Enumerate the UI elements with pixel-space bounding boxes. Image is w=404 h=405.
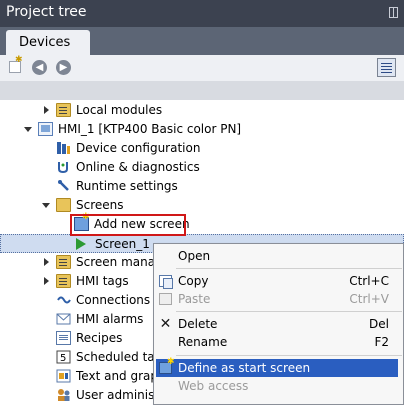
menu-item-label: Copy <box>178 274 209 288</box>
tree-item-label: HMI alarms <box>76 312 144 326</box>
tab-bar: Devices <box>0 27 404 55</box>
menu-item-label: Paste <box>178 292 211 306</box>
start-screen-icon <box>159 357 175 374</box>
tree-item-local-modules[interactable]: Local modules <box>0 101 404 120</box>
user-admin-icon <box>56 388 71 402</box>
alarms-icon <box>56 312 71 326</box>
panel-title: Project tree <box>6 4 87 20</box>
tree-item-runtime-settings[interactable]: Runtime settings <box>0 177 404 196</box>
folder-icon <box>56 255 71 269</box>
recipes-icon <box>56 331 71 345</box>
menu-shortcut: Ctrl+V <box>349 292 389 306</box>
connections-icon <box>56 293 71 307</box>
menu-item-label: Rename <box>178 335 228 349</box>
menu-shortcut: F2 <box>374 335 389 349</box>
tree-header-strip <box>0 81 404 100</box>
tree-item-label: Scheduled tas <box>76 350 161 364</box>
tree-item-label: Local modules <box>76 103 163 117</box>
tree-item-label: Text and grapl <box>76 369 162 383</box>
folder-icon <box>56 198 71 212</box>
expand-arrow-icon[interactable] <box>44 258 49 266</box>
menu-shortcut: Ctrl+C <box>349 274 389 288</box>
forward-icon[interactable]: ▶ <box>56 60 71 75</box>
highlight-box <box>70 214 186 236</box>
tab-devices[interactable]: Devices <box>6 30 90 55</box>
menu-item-paste[interactable]: Paste Ctrl+V <box>154 290 403 308</box>
tree-item-label: Online & diagnostics <box>76 160 200 174</box>
tree-item-label: Recipes <box>76 331 123 345</box>
svg-text:5: 5 <box>60 353 66 364</box>
tree-item-label: Connections <box>76 293 151 307</box>
screen-play-icon <box>73 237 88 251</box>
context-menu: Open Copy Ctrl+C Paste Ctrl+V ✕ Delete D… <box>153 243 404 405</box>
menu-divider <box>176 311 402 312</box>
folder-icon <box>56 103 71 117</box>
tree-item-hmi-1[interactable]: HMI_1 [KTP400 Basic color PN] <box>0 120 404 139</box>
expand-arrow-icon[interactable] <box>44 106 49 114</box>
tree-item-label: HMI tags <box>76 274 129 288</box>
tree-item-label: Runtime settings <box>76 179 178 193</box>
collapse-arrow-icon[interactable] <box>24 127 32 132</box>
folder-icon <box>56 274 71 288</box>
scheduled-tasks-icon: 5 <box>56 350 71 364</box>
expand-arrow-icon[interactable] <box>44 277 49 285</box>
tree-item-label: Device configuration <box>76 141 201 155</box>
menu-item-open[interactable]: Open <box>154 247 403 265</box>
tab-devices-label: Devices <box>19 35 71 50</box>
text-graphics-icon <box>56 369 71 383</box>
menu-item-delete[interactable]: ✕ Delete Del <box>154 315 403 333</box>
copy-icon <box>159 275 173 289</box>
menu-divider <box>176 268 402 269</box>
menu-item-copy[interactable]: Copy Ctrl+C <box>154 272 403 290</box>
menu-item-define-start-screen[interactable]: Define as start screen <box>156 357 398 377</box>
tree-item-device-configuration[interactable]: Device configuration <box>0 139 404 158</box>
back-icon[interactable]: ◀ <box>32 60 47 75</box>
menu-item-rename[interactable]: Rename F2 <box>154 333 403 351</box>
menu-divider <box>176 355 402 356</box>
view-toggle-icon[interactable] <box>377 58 396 77</box>
runtime-settings-icon <box>56 179 71 193</box>
paste-icon <box>159 293 172 305</box>
device-config-icon <box>56 141 71 155</box>
new-object-icon[interactable] <box>9 55 23 73</box>
tree-item-online-diagnostics[interactable]: Online & diagnostics <box>0 158 404 177</box>
tree-item-label: HMI_1 [KTP400 Basic color PN] <box>58 122 242 136</box>
tree-item-label: Screens <box>76 198 124 212</box>
collapse-arrow-icon[interactable] <box>42 203 50 208</box>
menu-item-label: Open <box>178 249 211 263</box>
menu-item-label: Define as start screen <box>178 361 311 375</box>
menu-shortcut: Del <box>369 317 389 331</box>
pin-icon[interactable] <box>389 7 398 18</box>
tree-item-label: Screen manag <box>76 255 163 269</box>
menu-item-web-access[interactable]: Web access <box>154 377 403 395</box>
panel-titlebar: Project tree <box>0 0 404 27</box>
tree-item-screens[interactable]: Screens <box>0 196 404 215</box>
hmi-device-icon <box>38 122 53 136</box>
toolbar: ◀ ▶ <box>0 55 404 81</box>
tree-item-label: Screen_1 <box>95 237 150 251</box>
menu-item-label: Web access <box>178 379 249 393</box>
delete-icon: ✕ <box>159 316 172 332</box>
menu-item-label: Delete <box>178 317 218 331</box>
tree-item-add-new-screen[interactable]: Add new screen <box>0 212 404 234</box>
online-diagnostics-icon <box>56 160 71 174</box>
tree-item-label: User administ <box>76 388 160 402</box>
